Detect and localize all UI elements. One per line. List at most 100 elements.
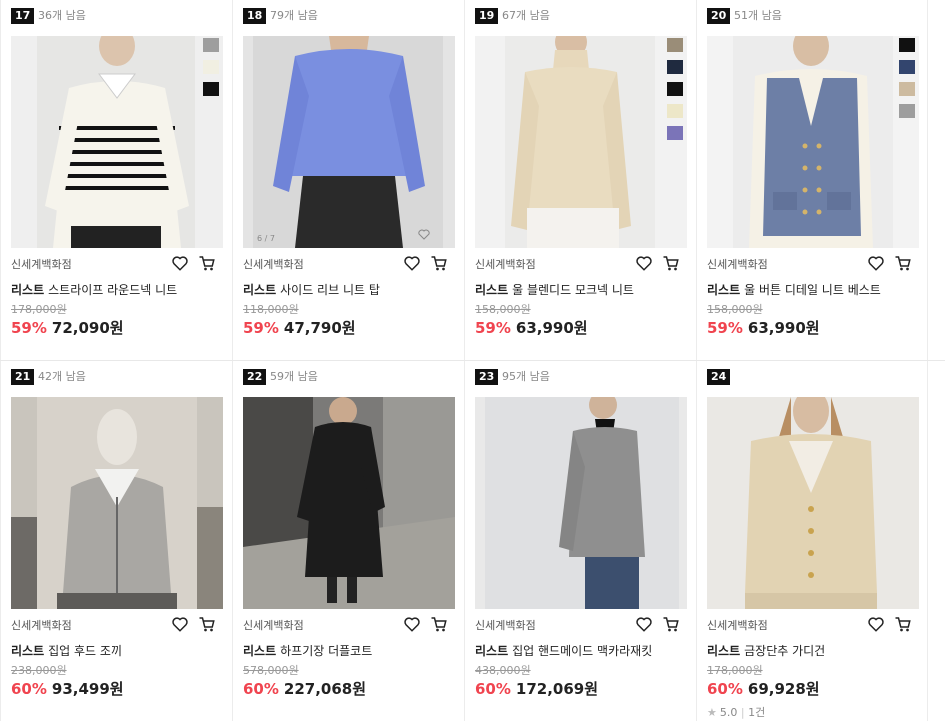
product-card[interactable]: 24 신세계백화점 리스트 금장단추 가디건 178,000원 60% 69,9… <box>696 361 928 721</box>
stock-remaining: 36개 남음 <box>38 9 86 22</box>
color-swatch[interactable] <box>203 82 219 96</box>
product-grid: 17 36개 남음 신세계백화점 리스트 스트라이프 라운드넥 니트 178,0… <box>0 0 945 721</box>
product-title[interactable]: 리스트 울 블렌디드 모크넥 니트 <box>475 281 634 298</box>
cart-icon[interactable] <box>429 615 449 633</box>
sale-price-line: 59% 63,990원 <box>475 317 588 338</box>
color-swatch[interactable] <box>203 60 219 74</box>
discount-rate: 60% <box>11 680 47 698</box>
heart-icon[interactable] <box>867 615 885 633</box>
cart-icon[interactable] <box>197 254 217 272</box>
product-name: 울 버튼 디테일 니트 베스트 <box>744 283 881 297</box>
product-name: 하프기장 더플코트 <box>280 644 373 658</box>
product-title[interactable]: 리스트 울 버튼 디테일 니트 베스트 <box>707 281 881 298</box>
rank-badge: 18 <box>243 8 267 24</box>
product-name: 금장단추 가디건 <box>744 644 826 658</box>
heart-icon[interactable] <box>171 615 189 633</box>
stock-remaining: 59개 남음 <box>270 370 318 383</box>
color-swatch[interactable] <box>667 60 683 74</box>
heart-icon[interactable] <box>171 254 189 272</box>
sale-price: 47,790원 <box>283 319 356 337</box>
color-swatch[interactable] <box>667 38 683 52</box>
heart-icon[interactable] <box>867 254 885 272</box>
sale-price: 63,990원 <box>747 319 820 337</box>
heart-icon[interactable] <box>403 615 421 633</box>
product-title[interactable]: 리스트 집업 핸드메이드 맥카라재킷 <box>475 642 652 659</box>
product-name: 집업 핸드메이드 맥카라재킷 <box>512 644 653 658</box>
brand-name: 리스트 <box>475 283 509 297</box>
product-image[interactable] <box>243 397 455 609</box>
color-swatch[interactable] <box>899 104 915 118</box>
product-image[interactable] <box>707 397 919 609</box>
original-price: 158,000원 <box>475 303 531 316</box>
color-swatch[interactable] <box>899 38 915 52</box>
sale-price-line: 60% 93,499원 <box>11 678 124 699</box>
color-swatch[interactable] <box>667 126 683 140</box>
original-price: 578,000원 <box>243 664 299 677</box>
brand-name: 리스트 <box>707 644 741 658</box>
svg-text:6 / 7: 6 / 7 <box>257 234 275 243</box>
product-title[interactable]: 리스트 금장단추 가디건 <box>707 642 825 659</box>
product-title[interactable]: 리스트 스트라이프 라운드넥 니트 <box>11 281 177 298</box>
stock-remaining: 67개 남음 <box>502 9 550 22</box>
heart-icon[interactable] <box>403 254 421 272</box>
color-swatch[interactable] <box>667 82 683 96</box>
brand-name: 리스트 <box>243 644 277 658</box>
product-name: 스트라이프 라운드넥 니트 <box>48 283 178 297</box>
product-card[interactable]: 23 95개 남음 신세계백화점 리스트 집업 핸드메이드 맥카라재킷 438,0… <box>464 361 696 721</box>
color-swatches <box>667 38 683 140</box>
rank-badge: 24 <box>707 369 731 385</box>
review-count: 1건 <box>748 706 766 719</box>
brand-name: 리스트 <box>707 283 741 297</box>
cart-icon[interactable] <box>893 254 913 272</box>
cart-icon[interactable] <box>429 254 449 272</box>
cart-icon[interactable] <box>197 615 217 633</box>
sale-price: 227,068원 <box>283 680 367 698</box>
color-swatches <box>203 38 219 96</box>
store-name: 신세계백화점 <box>475 258 536 271</box>
store-name: 신세계백화점 <box>11 619 72 632</box>
rank-badge: 22 <box>243 369 267 385</box>
sale-price-line: 60% 69,928원 <box>707 678 820 699</box>
product-title[interactable]: 리스트 집업 후드 조끼 <box>11 642 122 659</box>
stock-remaining: 95개 남음 <box>502 370 550 383</box>
color-swatch[interactable] <box>899 60 915 74</box>
heart-icon[interactable] <box>635 254 653 272</box>
heart-icon[interactable] <box>635 615 653 633</box>
product-card[interactable]: 22 59개 남음 신세계백화점 리스트 하프기장 더플코트 578,000원 … <box>232 361 464 721</box>
product-image[interactable]: 6 / 7 <box>243 36 455 248</box>
brand-name: 리스트 <box>243 283 277 297</box>
cart-icon[interactable] <box>661 615 681 633</box>
rating-score: 5.0 <box>719 706 738 719</box>
product-image[interactable] <box>475 36 687 248</box>
product-image[interactable] <box>11 397 223 609</box>
product-card[interactable]: 18 79개 남음 6 / 7 신세계백화점 리스트 사이드 리브 니트 탑 1… <box>232 0 464 360</box>
discount-rate: 60% <box>243 680 279 698</box>
color-swatch[interactable] <box>203 38 219 52</box>
product-title[interactable]: 리스트 사이드 리브 니트 탑 <box>243 281 380 298</box>
product-card[interactable]: 21 42개 남음 신세계백화점 리스트 집업 후드 조끼 238,000원 6… <box>0 361 232 721</box>
cart-icon[interactable] <box>893 615 913 633</box>
product-row: 17 36개 남음 신세계백화점 리스트 스트라이프 라운드넥 니트 178,0… <box>0 0 945 360</box>
product-card[interactable]: 19 67개 남음 신세계백화점 리스트 울 블렌디드 모크넥 니트 158,0… <box>464 0 696 360</box>
product-row: 21 42개 남음 신세계백화점 리스트 집업 후드 조끼 238,000원 6… <box>0 360 945 721</box>
rating-summary[interactable]: ★ 5.0 | 1건 <box>707 704 765 720</box>
product-card[interactable]: 20 51개 남음 신세계백화점 리스트 울 버튼 디테일 니트 베스트 158… <box>696 0 928 360</box>
sale-price-line: 60% 172,069원 <box>475 678 598 699</box>
original-price: 438,000원 <box>475 664 531 677</box>
original-price: 158,000원 <box>707 303 763 316</box>
product-image[interactable] <box>707 36 919 248</box>
cart-icon[interactable] <box>661 254 681 272</box>
store-name: 신세계백화점 <box>707 258 768 271</box>
product-image[interactable] <box>475 397 687 609</box>
color-swatch[interactable] <box>667 104 683 118</box>
store-name: 신세계백화점 <box>243 619 304 632</box>
product-image[interactable] <box>11 36 223 248</box>
original-price: 118,000원 <box>243 303 299 316</box>
discount-rate: 59% <box>243 319 279 337</box>
product-title[interactable]: 리스트 하프기장 더플코트 <box>243 642 372 659</box>
product-card[interactable]: 17 36개 남음 신세계백화점 리스트 스트라이프 라운드넥 니트 178,0… <box>0 0 232 360</box>
sale-price: 69,928원 <box>747 680 820 698</box>
store-name: 신세계백화점 <box>475 619 536 632</box>
store-name: 신세계백화점 <box>707 619 768 632</box>
color-swatch[interactable] <box>899 82 915 96</box>
